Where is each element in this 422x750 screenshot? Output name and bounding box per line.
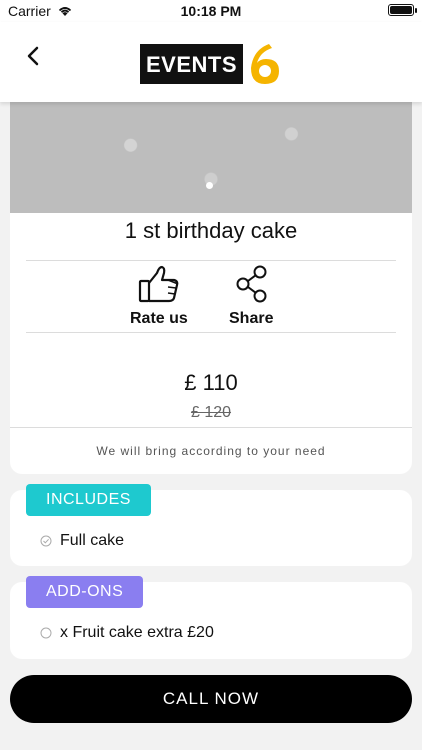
addon-item-label: x Fruit cake extra £20	[60, 624, 214, 641]
divider	[26, 332, 396, 333]
divider	[10, 427, 412, 428]
rate-us-button[interactable]: Rate us	[130, 264, 188, 328]
addons-tag: ADD-ONS	[26, 576, 144, 608]
share-label: Share	[229, 310, 274, 327]
product-card: 1 st birthday cake Rate us Share £ 110 £…	[10, 100, 412, 474]
includes-section: INCLUDES Full cake	[10, 484, 412, 566]
list-item[interactable]: x Fruit cake extra £20	[40, 624, 214, 642]
share-icon	[236, 265, 267, 303]
carousel-page-indicator[interactable]	[206, 182, 213, 189]
battery-icon	[388, 4, 417, 16]
back-chevron-icon[interactable]	[22, 44, 46, 68]
product-image-carousel[interactable]	[10, 100, 412, 213]
events-logo: EVENTS	[140, 40, 287, 88]
logo-text: EVENTS	[140, 44, 244, 84]
rate-us-label: Rate us	[130, 310, 188, 327]
radio-circle-icon	[40, 627, 52, 639]
original-price: £ 120	[190, 404, 232, 421]
list-item: Full cake	[40, 532, 124, 550]
status-bar: Carrier 10:18 PM	[0, 0, 422, 22]
product-title: 1 st birthday cake	[124, 218, 298, 243]
delivery-note: We will bring according to your need	[96, 444, 326, 458]
navigation-bar: EVENTS	[0, 22, 422, 102]
thumbs-up-icon	[138, 265, 179, 303]
divider	[26, 260, 396, 261]
share-button[interactable]: Share	[229, 264, 273, 328]
includes-tag: INCLUDES	[26, 484, 151, 516]
call-now-button[interactable]: CALL NOW	[10, 675, 412, 723]
clock: 10:18 PM	[180, 3, 242, 19]
logo-six-icon	[251, 44, 280, 84]
include-item-label: Full cake	[60, 532, 125, 549]
addons-section: ADD-ONS x Fruit cake extra £20	[10, 576, 412, 659]
current-price: £ 110	[184, 370, 238, 395]
action-row: Rate us Share	[10, 262, 412, 332]
call-now-label: CALL NOW	[162, 689, 260, 708]
check-circle-icon	[40, 535, 52, 547]
